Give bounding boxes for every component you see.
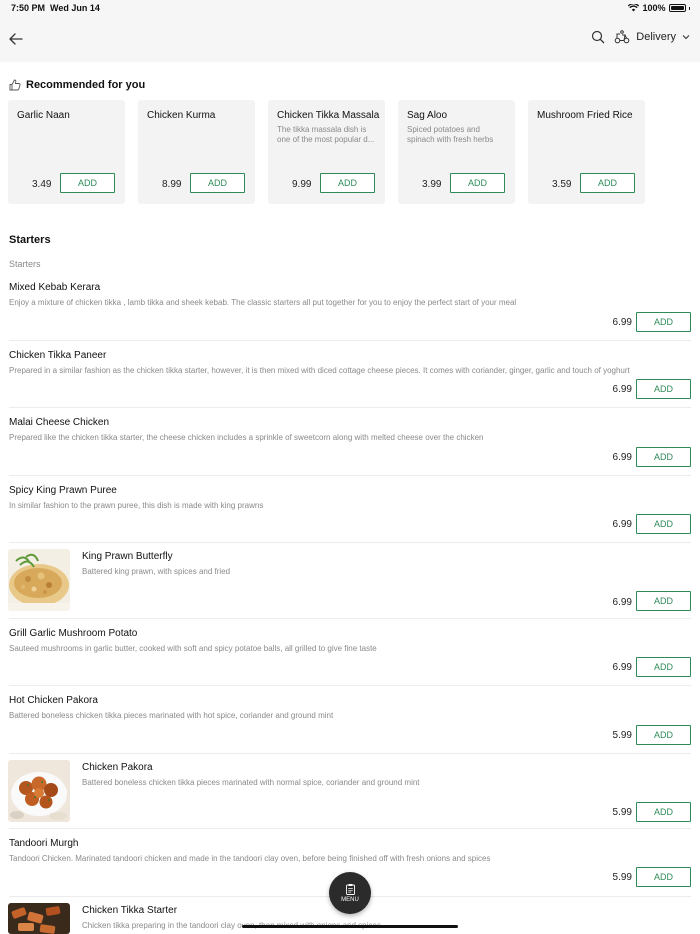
add-button[interactable]: ADD bbox=[636, 379, 691, 399]
status-bar: 7:50 PM Wed Jun 14 100% bbox=[0, 0, 700, 17]
menu-item-title: King Prawn Butterfly bbox=[82, 551, 173, 562]
add-button[interactable]: ADD bbox=[636, 514, 691, 534]
menu-item-price: 5.99 bbox=[612, 730, 632, 741]
scooter-icon bbox=[614, 30, 630, 44]
menu-item-desc: Prepared like the chicken tikka starter,… bbox=[9, 433, 484, 442]
menu-item-title: Chicken Tikka Starter bbox=[82, 905, 178, 916]
search-icon[interactable] bbox=[591, 30, 605, 44]
chevron-down-icon bbox=[682, 35, 690, 40]
menu-item-title: Chicken Pakora bbox=[82, 762, 153, 773]
menu-item-desc: Battered king prawn, with spices and fri… bbox=[82, 567, 231, 576]
thumbs-up-icon bbox=[9, 79, 21, 91]
food-image bbox=[8, 903, 70, 934]
status-right: 100% bbox=[628, 3, 690, 13]
recommended-item-name: Garlic Naan bbox=[17, 110, 70, 121]
food-image bbox=[8, 549, 70, 611]
divider bbox=[9, 753, 691, 754]
recommended-item-desc: The tikka massala dish is one of the mos… bbox=[277, 125, 375, 144]
recommended-item-price: 3.99 bbox=[422, 179, 442, 190]
menu-item-title: Malai Cheese Chicken bbox=[9, 417, 110, 428]
menu-list-icon bbox=[345, 883, 355, 895]
menu-item-title: Hot Chicken Pakora bbox=[9, 695, 98, 706]
add-button[interactable]: ADD bbox=[636, 657, 691, 677]
top-nav: Delivery bbox=[0, 17, 700, 62]
recommended-heading: Recommended for you bbox=[9, 79, 145, 91]
menu-item-title: Grill Garlic Mushroom Potato bbox=[9, 628, 138, 639]
menu-item-price: 6.99 bbox=[612, 662, 632, 673]
recommended-card[interactable]: Mushroom Fried Rice 3.59 ADD bbox=[528, 100, 645, 204]
battery-percent: 100% bbox=[642, 3, 666, 13]
recommended-item-desc: Spiced potatoes and spinach with fresh h… bbox=[407, 125, 494, 144]
delivery-label: Delivery bbox=[636, 31, 676, 43]
menu-item-price: 5.99 bbox=[612, 807, 632, 818]
divider bbox=[9, 542, 691, 543]
menu-item-title: Chicken Tikka Paneer bbox=[9, 350, 107, 361]
wifi-icon bbox=[628, 4, 640, 12]
recommended-item-name: Chicken Tikka Massala bbox=[277, 110, 380, 121]
recommended-item-price: 3.59 bbox=[552, 179, 572, 190]
menu-item-desc: Enjoy a mixture of chicken tikka , lamb … bbox=[9, 298, 517, 307]
status-time: 7:50 PM Wed Jun 14 bbox=[11, 3, 100, 13]
delivery-mode-select[interactable]: Delivery bbox=[614, 30, 690, 44]
menu-item-desc: Sauteed mushrooms in garlic butter, cook… bbox=[9, 644, 377, 653]
add-button[interactable]: ADD bbox=[636, 725, 691, 745]
recommended-item-name: Mushroom Fried Rice bbox=[537, 110, 633, 121]
add-button[interactable]: ADD bbox=[450, 173, 505, 193]
battery-icon bbox=[668, 4, 686, 12]
menu-item-title: Mixed Kebab Kerara bbox=[9, 282, 101, 293]
menu-item-desc: Battered boneless chicken tikka pieces m… bbox=[9, 711, 334, 720]
menu-item-title: Spicy King Prawn Puree bbox=[9, 485, 117, 496]
add-button[interactable]: ADD bbox=[636, 802, 691, 822]
back-arrow-icon[interactable] bbox=[8, 31, 24, 47]
add-button[interactable]: ADD bbox=[580, 173, 635, 193]
recommended-item-price: 8.99 bbox=[162, 179, 182, 190]
add-button[interactable]: ADD bbox=[636, 867, 691, 887]
menu-item-desc: Prepared in a similar fashion as the chi… bbox=[9, 366, 630, 375]
menu-item-price: 6.99 bbox=[612, 519, 632, 530]
recommended-card[interactable]: Chicken Tikka Massala The tikka massala … bbox=[268, 100, 385, 204]
menu-item-desc: In similar fashion to the prawn puree, t… bbox=[9, 501, 264, 510]
menu-item-price: 5.99 bbox=[612, 872, 632, 883]
recommended-card[interactable]: Garlic Naan 3.49 ADD bbox=[8, 100, 125, 204]
recommended-card[interactable]: Sag Aloo Spiced potatoes and spinach wit… bbox=[398, 100, 515, 204]
home-indicator[interactable] bbox=[242, 925, 458, 928]
recommended-item-price: 3.49 bbox=[32, 179, 52, 190]
menu-item-price: 6.99 bbox=[612, 384, 632, 395]
divider bbox=[9, 618, 691, 619]
recommended-item-name: Chicken Kurma bbox=[147, 110, 216, 121]
menu-item-price: 6.99 bbox=[612, 597, 632, 608]
menu-button[interactable]: MENU bbox=[329, 872, 371, 914]
starters-subheading: Starters bbox=[9, 259, 41, 269]
menu-item-desc: Battered boneless chicken tikka pieces m… bbox=[82, 778, 420, 787]
divider bbox=[9, 407, 691, 408]
recommended-card[interactable]: Chicken Kurma 8.99 ADD bbox=[138, 100, 255, 204]
divider bbox=[9, 475, 691, 476]
add-button[interactable]: ADD bbox=[636, 312, 691, 332]
add-button[interactable]: ADD bbox=[320, 173, 375, 193]
divider bbox=[9, 685, 691, 686]
starters-heading: Starters bbox=[9, 234, 51, 246]
add-button[interactable]: ADD bbox=[636, 591, 691, 611]
recommended-title: Recommended for you bbox=[26, 79, 146, 91]
divider bbox=[9, 828, 691, 829]
menu-button-label: MENU bbox=[341, 896, 359, 903]
recommended-item-price: 9.99 bbox=[292, 179, 312, 190]
menu-item-desc: Tandoori Chicken. Marinated tandoori chi… bbox=[9, 854, 491, 863]
add-button[interactable]: ADD bbox=[190, 173, 245, 193]
add-button[interactable]: ADD bbox=[60, 173, 115, 193]
divider bbox=[9, 340, 691, 341]
nav-actions: Delivery bbox=[591, 30, 690, 44]
recommended-item-name: Sag Aloo bbox=[407, 110, 448, 121]
menu-item-price: 6.99 bbox=[612, 452, 632, 463]
food-image bbox=[8, 760, 70, 822]
add-button[interactable]: ADD bbox=[636, 447, 691, 467]
menu-item-title: Tandoori Murgh bbox=[9, 838, 79, 849]
menu-item-price: 6.99 bbox=[612, 317, 632, 328]
